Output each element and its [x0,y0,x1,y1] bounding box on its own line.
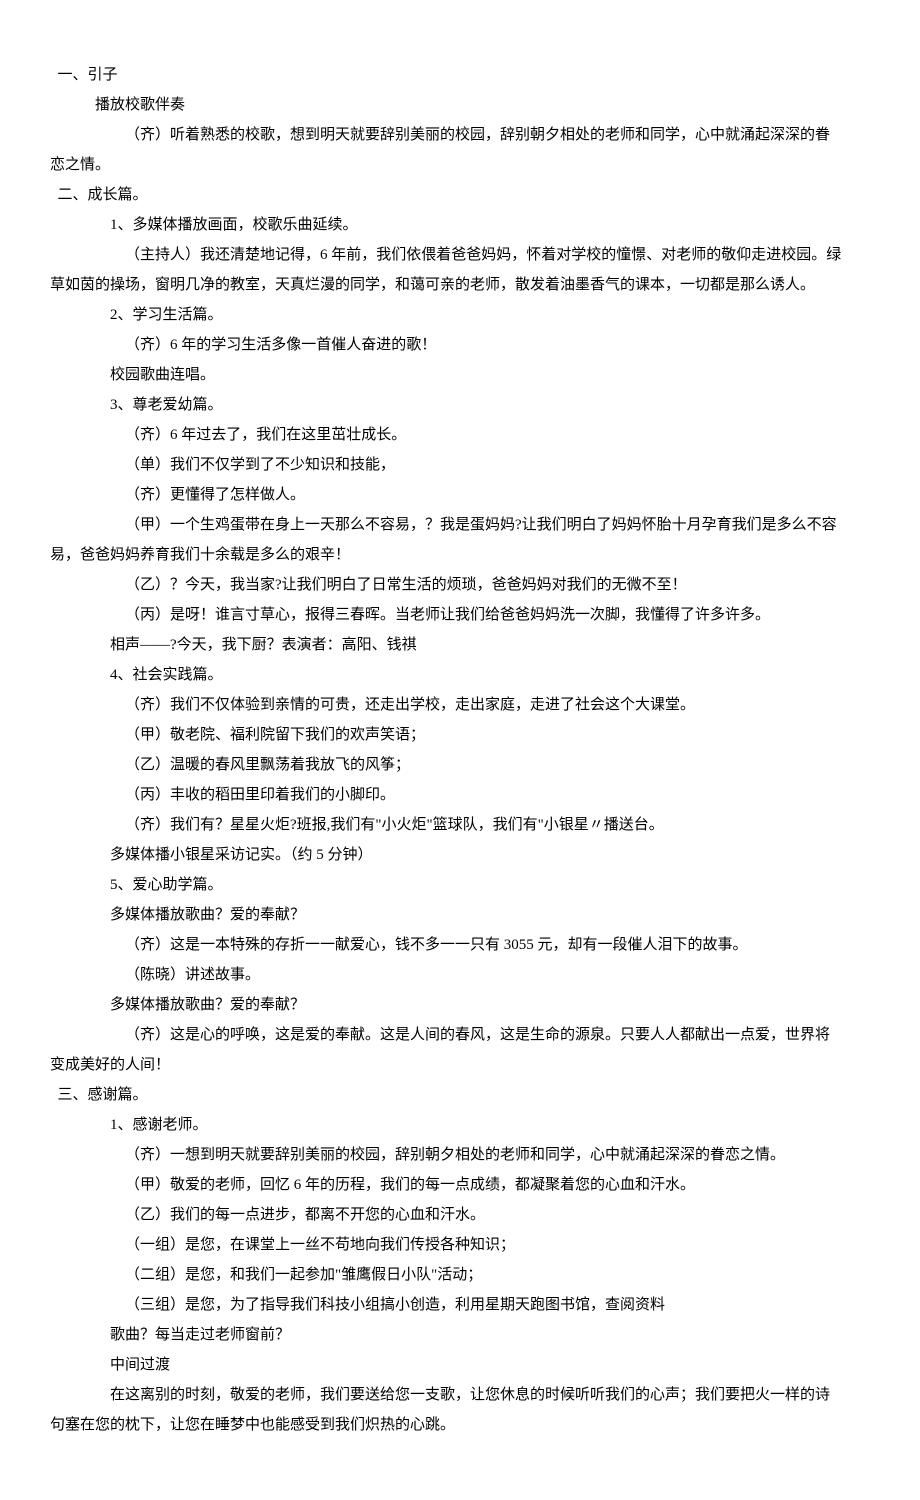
text-line: （齐）6 年过去了，我们在这里茁壮成长。 [50,420,870,450]
text-line: 多媒体播放歌曲？爱的奉献？ [50,900,870,930]
section-2-heading: 二、成长篇。 [50,180,870,210]
text-line: 播放校歌伴奏 [50,90,870,120]
subsection-heading: 5、爱心助学篇。 [50,870,870,900]
text-line: （单）我们不仅学到了不少知识和技能， [50,450,870,480]
text-line: 易，爸爸妈妈养育我们十余载是多么的艰辛！ [50,540,870,570]
subsection-heading: 1、多媒体播放画面，校歌乐曲延续。 [50,210,870,240]
text-line: （甲）敬老院、福利院留下我们的欢声笑语； [50,720,870,750]
text-line: （乙）温暖的春风里飘荡着我放飞的风筝； [50,750,870,780]
text-line: 多媒体播小银星采访记实。（约 5 分钟） [50,840,870,870]
text-line: 相声——?今天，我下厨？表演者：高阳、钱祺 [50,630,870,660]
text-line: 句塞在您的枕下，让您在睡梦中也能感受到我们炽热的心跳。 [50,1410,870,1440]
text-line: （一组）是您，在课堂上一丝不苟地向我们传授各种知识； [50,1230,870,1260]
subsection-heading: 2、学习生活篇。 [50,300,870,330]
text-line: （二组）是您，和我们一起参加"雏鹰假日小队"活动； [50,1260,870,1290]
text-line: 在这离别的时刻，敬爱的老师，我们要送给您一支歌，让您休息的时候听听我们的心声；我… [50,1380,870,1410]
subsection-heading: 1、感谢老师。 [50,1110,870,1140]
text-line: （齐）我们有？星星火炬?班报,我们有"小火炬"篮球队，我们有"小银星〃播送台。 [50,810,870,840]
text-line: （甲）敬爱的老师，回忆 6 年的历程，我们的每一点成绩，都凝聚着您的心血和汗水。 [50,1170,870,1200]
text-line: （主持人）我还清楚地记得，6 年前，我们依偎着爸爸妈妈，怀着对学校的憧憬、对老师… [50,240,870,270]
text-line: （齐）听着熟悉的校歌，想到明天就要辞别美丽的校园，辞别朝夕相处的老师和同学，心中… [50,120,870,150]
text-line: （丙）丰收的稻田里印着我们的小脚印。 [50,780,870,810]
text-line: （乙）我们的每一点进步，都离不开您的心血和汗水。 [50,1200,870,1230]
text-line: （陈晓）讲述故事。 [50,960,870,990]
text-line: （齐）一想到明天就要辞别美丽的校园，辞别朝夕相处的老师和同学，心中就涌起深深的眷… [50,1140,870,1170]
text-line: （齐）我们不仅体验到亲情的可贵，还走出学校，走出家庭，走进了社会这个大课堂。 [50,690,870,720]
text-line: （齐）6 年的学习生活多像一首催人奋进的歌！ [50,330,870,360]
subsection-heading: 4、社会实践篇。 [50,660,870,690]
text-line: 校园歌曲连唱。 [50,360,870,390]
text-line: 歌曲？每当走过老师窗前？ [50,1320,870,1350]
text-line: 变成美好的人间！ [50,1050,870,1080]
text-line: （丙）是呀！谁言寸草心，报得三春晖。当老师让我们给爸爸妈妈洗一次脚，我懂得了许多… [50,600,870,630]
section-3-heading: 三、感谢篇。 [50,1080,870,1110]
text-line: （乙）？今天，我当家?让我们明白了日常生活的烦琐，爸爸妈妈对我们的无微不至！ [50,570,870,600]
text-line: （三组）是您，为了指导我们科技小组搞小创造，利用星期天跑图书馆，查阅资料 [50,1290,870,1320]
text-line: 恋之情。 [50,150,870,180]
text-line: （齐）更懂得了怎样做人。 [50,480,870,510]
text-line: 中间过渡 [50,1350,870,1380]
section-1-heading: 一、引子 [50,60,870,90]
subsection-heading: 3、尊老爱幼篇。 [50,390,870,420]
text-line: （齐）这是心的呼唤，这是爱的奉献。这是人间的春风，这是生命的源泉。只要人人都献出… [50,1020,870,1050]
text-line: 草如茵的操场，窗明几净的教室，天真烂漫的同学，和蔼可亲的老师，散发着油墨香气的课… [50,270,870,300]
text-line: （齐）这是一本特殊的存折一一献爱心，钱不多一一只有 3055 元，却有一段催人泪… [50,930,870,960]
text-line: （甲）一个生鸡蛋带在身上一天那么不容易，？我是蛋妈妈?让我们明白了妈妈怀胎十月孕… [50,510,870,540]
text-line: 多媒体播放歌曲？爱的奉献？ [50,990,870,1020]
